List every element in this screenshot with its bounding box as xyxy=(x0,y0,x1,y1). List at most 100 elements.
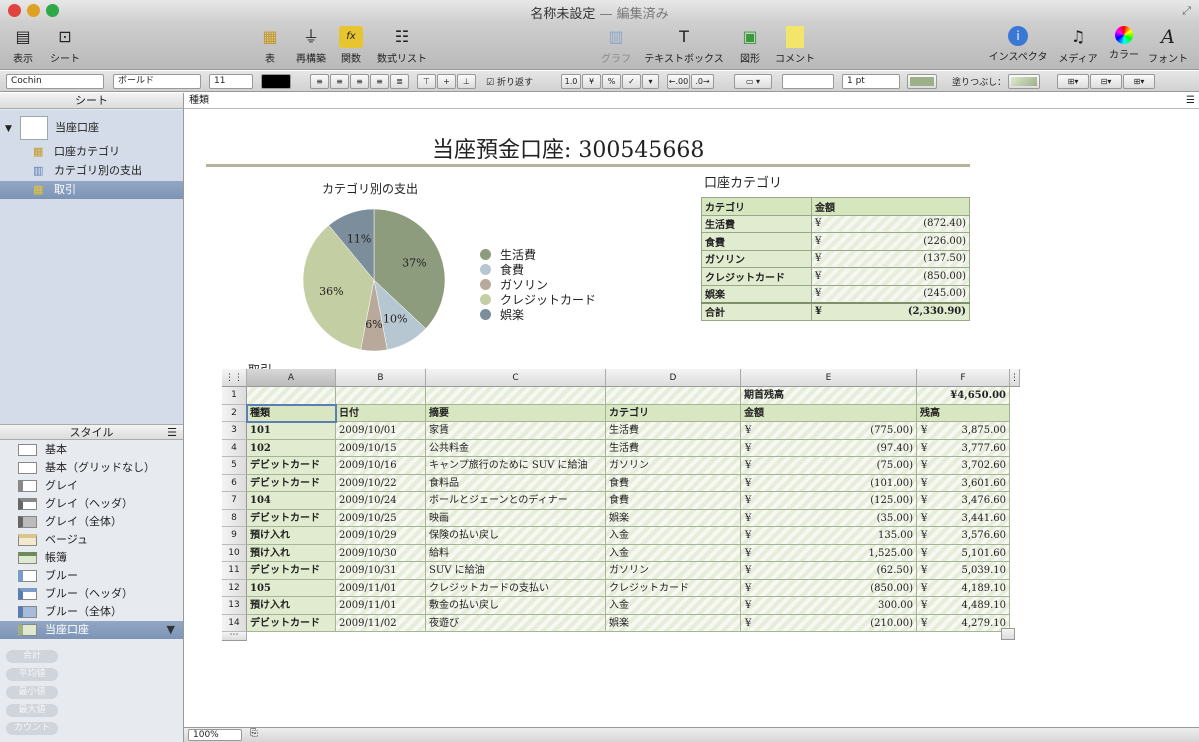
description-cell[interactable]: 給料 xyxy=(426,544,606,562)
decrease-decimal-button[interactable]: ←.00 xyxy=(667,74,690,89)
row-header[interactable]: 3 xyxy=(222,422,247,440)
style-gray-header[interactable]: グレイ（ヘッダ） xyxy=(0,495,183,513)
style-ledger[interactable]: 帳簿 xyxy=(0,549,183,567)
description-cell[interactable]: ボールとジェーンとのディナー xyxy=(426,492,606,510)
min-function-button[interactable]: 最小値 xyxy=(6,686,58,699)
sidebar-item-transactions[interactable]: ▦ 取引 xyxy=(0,181,183,199)
header-cell[interactable]: 金額 xyxy=(811,197,970,216)
fill-color-well[interactable] xyxy=(1008,74,1040,89)
category-name-cell[interactable]: ガソリン xyxy=(701,249,812,268)
type-cell[interactable]: 預け入れ xyxy=(247,527,336,545)
header-cell[interactable]: カテゴリ xyxy=(606,404,741,422)
category-cell[interactable]: 生活費 xyxy=(606,422,741,440)
amount-cell[interactable]: ¥ (850.00) xyxy=(741,579,917,597)
table-cell[interactable] xyxy=(247,387,336,405)
sum-function-button[interactable]: 合計 xyxy=(6,650,58,663)
amount-cell[interactable]: ¥ (97.40) xyxy=(741,439,917,457)
header-cell[interactable]: 摘要 xyxy=(426,404,606,422)
table-cell[interactable] xyxy=(606,387,741,405)
header-rows-button[interactable]: ⊞▾ xyxy=(1057,74,1089,89)
type-cell[interactable]: 104 xyxy=(247,492,336,510)
disclosure-triangle-icon[interactable]: ▼ xyxy=(5,120,12,138)
formula-list-button[interactable]: ☷ 数式リスト xyxy=(376,26,428,65)
amount-cell[interactable]: ¥ (75.00) xyxy=(741,457,917,475)
table-cell[interactable] xyxy=(336,387,426,405)
header-cell[interactable]: カテゴリ xyxy=(701,197,812,216)
font-weight-select[interactable]: ボールド xyxy=(113,74,201,89)
row-header[interactable]: 2 xyxy=(222,404,247,422)
date-cell[interactable]: 2009/11/01 xyxy=(336,579,426,597)
type-cell[interactable]: 102 xyxy=(247,439,336,457)
category-name-cell[interactable]: 娯楽 xyxy=(701,284,812,303)
border-style-select[interactable] xyxy=(782,74,834,89)
cell-border-button[interactable]: ▭ ▾ xyxy=(734,74,772,89)
row-handle[interactable]: ⋯ xyxy=(222,631,247,641)
category-cell[interactable]: 娯楽 xyxy=(606,614,741,632)
category-amount-cell[interactable]: ¥ (872.40) xyxy=(811,214,970,233)
sheet-button[interactable]: ⊡ シート xyxy=(48,26,82,65)
category-cell[interactable]: 食費 xyxy=(606,492,741,510)
format-menu-button[interactable]: ▾ xyxy=(642,74,659,89)
column-header[interactable]: A xyxy=(247,369,336,387)
sidebar-item-spending-chart[interactable]: ▥ カテゴリ別の支出 xyxy=(0,162,183,180)
amount-cell[interactable]: ¥ (101.00) xyxy=(741,474,917,492)
table-button[interactable]: ▦ 表 xyxy=(255,26,285,65)
formula-menu-icon[interactable]: ☰ xyxy=(1186,93,1195,108)
description-cell[interactable]: SUV に給油 xyxy=(426,562,606,580)
amount-cell[interactable]: ¥ (35.00) xyxy=(741,509,917,527)
formula-bar[interactable]: 種類 ☰ xyxy=(184,93,1199,109)
checkbox-format-button[interactable]: ✓ xyxy=(622,74,641,89)
align-center-button[interactable]: ≡ xyxy=(330,74,349,89)
category-cell[interactable]: 娯楽 xyxy=(606,509,741,527)
currency-button[interactable]: ¥ xyxy=(582,74,601,89)
sidebar-item-account-category[interactable]: ▦ 口座カテゴリ xyxy=(0,143,183,161)
category-amount-cell[interactable]: ¥ (137.50) xyxy=(811,249,970,268)
balance-cell[interactable]: ¥4,279.10 xyxy=(917,614,1010,632)
valign-bottom-button[interactable]: ⊥ xyxy=(457,74,476,89)
column-header[interactable]: E xyxy=(741,369,917,387)
balance-cell[interactable]: ¥5,039.10 xyxy=(917,562,1010,580)
date-cell[interactable]: 2009/11/01 xyxy=(336,597,426,615)
total-label-cell[interactable]: 合計 xyxy=(701,301,812,321)
page-view-icon[interactable]: ⎘ xyxy=(250,728,258,739)
transactions-table[interactable]: ⋮⋮ A B C D E F ⋮ 1 期首残高 ¥4,650.00 2 種類 日付 摘要 カテゴリ 金額 残高 3 1… xyxy=(222,369,1022,641)
description-cell[interactable]: 保険の払い戻し xyxy=(426,527,606,545)
description-cell[interactable]: クレジットカードの支払い xyxy=(426,579,606,597)
row-header[interactable]: 6 xyxy=(222,474,247,492)
category-cell[interactable]: 入金 xyxy=(606,597,741,615)
type-cell[interactable]: 105 xyxy=(247,579,336,597)
textbox-button[interactable]: T テキストボックス xyxy=(643,26,725,65)
category-name-cell[interactable]: 食費 xyxy=(701,232,812,251)
row-header[interactable]: 13 xyxy=(222,597,247,615)
balance-cell[interactable]: ¥3,576.60 xyxy=(917,527,1010,545)
column-header[interactable]: D xyxy=(606,369,741,387)
amount-cell[interactable]: ¥135.00 xyxy=(741,527,917,545)
header-cell[interactable]: 金額 xyxy=(741,404,917,422)
category-amount-cell[interactable]: ¥ (245.00) xyxy=(811,284,970,303)
fonts-button[interactable]: A フォント xyxy=(1148,26,1188,65)
styles-menu-icon[interactable]: ☰ xyxy=(167,425,177,440)
date-cell[interactable]: 2009/10/31 xyxy=(336,562,426,580)
balance-cell[interactable]: ¥4,489.10 xyxy=(917,597,1010,615)
category-cell[interactable]: 入金 xyxy=(606,544,741,562)
row-header[interactable]: 11 xyxy=(222,562,247,580)
reorganize-button[interactable]: ⏚ 再構築 xyxy=(294,26,328,65)
description-cell[interactable]: 公共料金 xyxy=(426,439,606,457)
valign-middle-button[interactable]: + xyxy=(437,74,456,89)
category-cell[interactable]: ガソリン xyxy=(606,457,741,475)
category-amount-cell[interactable]: ¥ (226.00) xyxy=(811,232,970,251)
font-family-select[interactable]: Cochin xyxy=(6,74,104,89)
media-button[interactable]: ♫ メディア xyxy=(1058,26,1098,65)
balance-cell[interactable]: ¥4,189.10 xyxy=(917,579,1010,597)
row-header[interactable]: 10 xyxy=(222,544,247,562)
date-cell[interactable]: 2009/10/15 xyxy=(336,439,426,457)
style-gray-full[interactable]: グレイ（全体） xyxy=(0,513,183,531)
text-color-well[interactable] xyxy=(261,74,291,89)
amount-cell[interactable]: ¥ (62.50) xyxy=(741,562,917,580)
view-button[interactable]: ▤ 表示 xyxy=(8,26,38,65)
chart-button[interactable]: ▥ グラフ xyxy=(600,26,632,65)
row-header[interactable]: 1 xyxy=(222,387,247,405)
chart-title[interactable]: カテゴリ別の支出 xyxy=(322,180,418,197)
style-beige[interactable]: ベージュ xyxy=(0,531,183,549)
category-cell[interactable]: 食費 xyxy=(606,474,741,492)
